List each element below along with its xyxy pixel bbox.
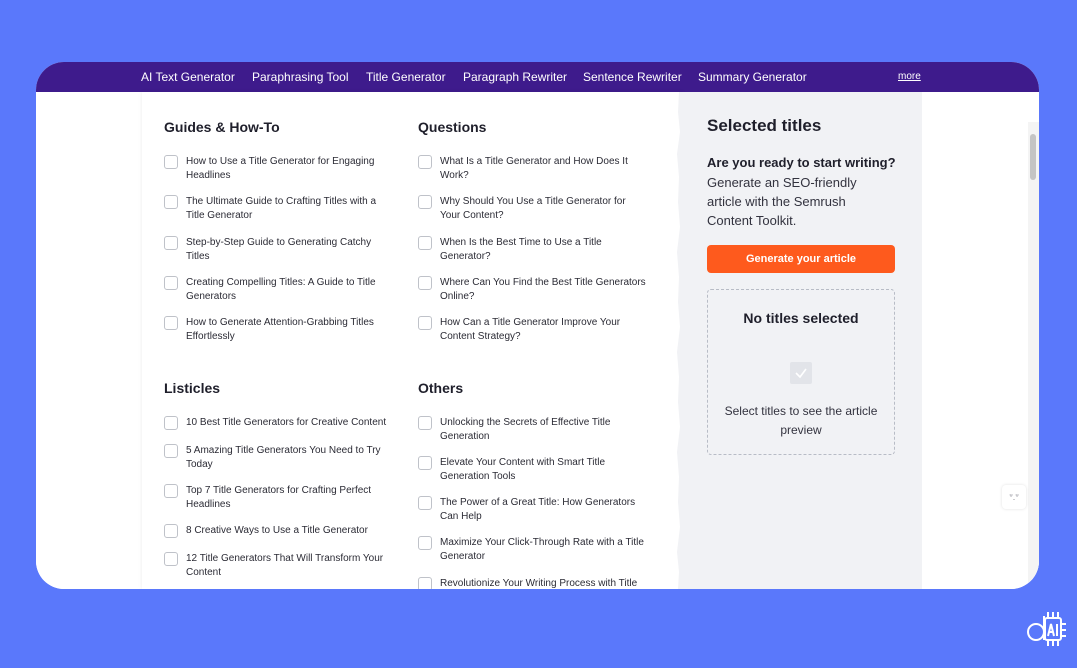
- nav-link-summary-generator[interactable]: Summary Generator: [698, 70, 807, 84]
- title-option-label: How Can a Title Generator Improve Your C…: [440, 317, 621, 342]
- title-option[interactable]: Top 7 Title Generators for Crafting Perf…: [164, 484, 394, 512]
- checkbox-icon[interactable]: [164, 316, 178, 330]
- checkbox-icon[interactable]: [418, 456, 432, 470]
- title-option[interactable]: Why Should You Use a Title Generator for…: [418, 195, 648, 223]
- section-title-listicles: Listicles: [164, 380, 221, 396]
- writing-prompt-description: Generate an SEO-friendly article with th…: [707, 175, 857, 228]
- title-option-label: The Ultimate Guide to Crafting Titles wi…: [186, 196, 377, 221]
- checkbox-icon[interactable]: [164, 552, 178, 566]
- checkbox-icon[interactable]: [164, 276, 178, 290]
- title-option[interactable]: Elevate Your Content with Smart Title Ge…: [418, 456, 648, 484]
- checkbox-icon[interactable]: [164, 236, 178, 250]
- checkbox-icon[interactable]: [418, 536, 432, 550]
- title-option[interactable]: When Is the Best Time to Use a Title Gen…: [418, 236, 648, 264]
- title-option-label: Why Should You Use a Title Generator for…: [440, 196, 626, 221]
- top-navigation: AI Text Generator Paraphrasing Tool Titl…: [36, 62, 1039, 92]
- title-option-label: How to Use a Title Generator for Engagin…: [186, 156, 375, 181]
- title-option-label: 8 Creative Ways to Use a Title Generator: [186, 525, 368, 536]
- check-square-icon: [790, 362, 812, 384]
- checkbox-icon[interactable]: [164, 444, 178, 458]
- section-title-questions: Questions: [418, 119, 487, 135]
- title-option[interactable]: Where Can You Find the Best Title Genera…: [418, 276, 648, 304]
- title-option[interactable]: 5 Amazing Title Generators You Need to T…: [164, 444, 394, 472]
- emoji-face-icon[interactable]: ᐡ.ᐡ: [1002, 485, 1026, 509]
- checkbox-icon[interactable]: [418, 316, 432, 330]
- generate-article-button[interactable]: Generate your article: [707, 245, 895, 273]
- title-option[interactable]: How to Use a Title Generator for Engagin…: [164, 155, 394, 183]
- title-option-label: Unlocking the Secrets of Effective Title…: [440, 417, 611, 442]
- nav-link-paragraph-rewriter[interactable]: Paragraph Rewriter: [463, 70, 567, 84]
- no-titles-heading: No titles selected: [743, 310, 859, 326]
- title-option[interactable]: The Ultimate Guide to Crafting Titles wi…: [164, 195, 394, 223]
- title-option-label: Revolutionize Your Writing Process with …: [440, 578, 638, 589]
- title-option-label: 5 Amazing Title Generators You Need to T…: [186, 445, 381, 470]
- title-option[interactable]: What Is a Title Generator and How Does I…: [418, 155, 648, 183]
- checkbox-icon[interactable]: [418, 195, 432, 209]
- title-option[interactable]: The Power of a Great Title: How Generato…: [418, 496, 648, 524]
- title-option[interactable]: 12 Title Generators That Will Transform …: [164, 552, 394, 580]
- nav-link-title-generator[interactable]: Title Generator: [366, 70, 446, 84]
- checkbox-icon[interactable]: [418, 577, 432, 589]
- title-option-label: Elevate Your Content with Smart Title Ge…: [440, 457, 606, 482]
- checkbox-icon[interactable]: [164, 195, 178, 209]
- title-option[interactable]: Step-by-Step Guide to Generating Catchy …: [164, 236, 394, 264]
- checkbox-icon[interactable]: [418, 416, 432, 430]
- checkbox-icon[interactable]: [164, 524, 178, 538]
- selected-titles-heading: Selected titles: [707, 116, 822, 135]
- title-option-label: Top 7 Title Generators for Crafting Perf…: [186, 485, 372, 510]
- nav-link-paraphrasing-tool[interactable]: Paraphrasing Tool: [252, 70, 349, 84]
- title-option[interactable]: Maximize Your Click-Through Rate with a …: [418, 536, 648, 564]
- section-title-guides: Guides & How-To: [164, 119, 280, 135]
- ai-chip-logo-icon: [1027, 612, 1066, 646]
- checkbox-icon[interactable]: [164, 416, 178, 430]
- no-titles-hint: Select titles to see the article preview: [724, 404, 878, 437]
- article-preview-box: No titles selected Select titles to see …: [707, 289, 895, 455]
- title-suggestions-panel: Guides & How-To How to Use a Title Gener…: [142, 92, 683, 589]
- title-option[interactable]: 10 Best Title Generators for Creative Co…: [164, 416, 394, 430]
- torn-edge-divider: [670, 92, 680, 589]
- title-option-label: The Power of a Great Title: How Generato…: [440, 497, 636, 522]
- checkbox-icon[interactable]: [418, 276, 432, 290]
- checkbox-icon[interactable]: [418, 236, 432, 250]
- checkbox-icon[interactable]: [418, 496, 432, 510]
- checkbox-icon[interactable]: [164, 484, 178, 498]
- checkbox-icon[interactable]: [418, 155, 432, 169]
- scrollbar-track[interactable]: [1028, 122, 1039, 589]
- scrollbar-thumb[interactable]: [1030, 134, 1036, 180]
- title-option[interactable]: How to Generate Attention-Grabbing Title…: [164, 316, 394, 344]
- app-window: AI Text Generator Paraphrasing Tool Titl…: [36, 62, 1039, 589]
- title-option-label: Creating Compelling Titles: A Guide to T…: [186, 277, 376, 302]
- title-option-label: How to Generate Attention-Grabbing Title…: [186, 317, 374, 342]
- nav-more-link[interactable]: more: [898, 71, 921, 82]
- section-title-others: Others: [418, 380, 464, 396]
- title-option-label: Where Can You Find the Best Title Genera…: [440, 277, 646, 302]
- checkbox-icon[interactable]: [164, 155, 178, 169]
- title-option-label: 10 Best Title Generators for Creative Co…: [186, 417, 387, 428]
- title-option-label: 12 Title Generators That Will Transform …: [186, 553, 384, 578]
- title-option-label: What Is a Title Generator and How Does I…: [440, 156, 628, 181]
- main-content: Guides & How-To How to Use a Title Gener…: [36, 92, 1039, 589]
- nav-link-sentence-rewriter[interactable]: Sentence Rewriter: [583, 70, 682, 84]
- title-option[interactable]: How Can a Title Generator Improve Your C…: [418, 316, 648, 344]
- title-option-label: Maximize Your Click-Through Rate with a …: [440, 537, 644, 562]
- writing-prompt-question: Are you ready to start writing?: [707, 155, 896, 170]
- title-option[interactable]: Creating Compelling Titles: A Guide to T…: [164, 276, 394, 304]
- title-option[interactable]: 8 Creative Ways to Use a Title Generator: [164, 524, 394, 538]
- title-option-label: Step-by-Step Guide to Generating Catchy …: [186, 237, 372, 262]
- title-option[interactable]: Unlocking the Secrets of Effective Title…: [418, 416, 648, 444]
- selected-titles-panel: Selected titles Are you ready to start w…: [677, 92, 922, 589]
- title-option-label: When Is the Best Time to Use a Title Gen…: [440, 237, 602, 262]
- nav-link-ai-text-generator[interactable]: AI Text Generator: [141, 70, 235, 84]
- title-option[interactable]: Revolutionize Your Writing Process with …: [418, 577, 648, 589]
